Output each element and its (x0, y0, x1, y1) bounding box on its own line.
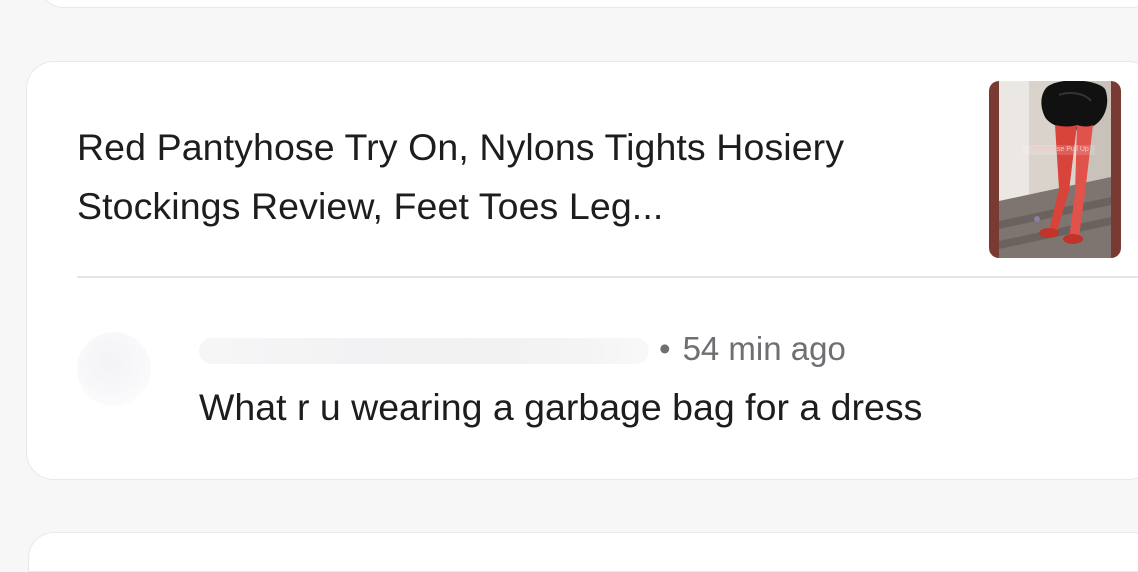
separator-dot: • (659, 330, 671, 367)
comment-text[interactable]: What r u wearing a garbage bag for a dre… (199, 382, 922, 432)
commenter-avatar[interactable] (77, 332, 151, 406)
comment-notification-card[interactable]: Red Pantyhose Try On, Nylons Tights Hosi… (26, 61, 1138, 480)
comment-meta: • 54 min ago (659, 326, 846, 372)
comment-timestamp: 54 min ago (682, 330, 846, 367)
divider (77, 276, 1138, 278)
previous-notification-card[interactable] (38, 0, 1138, 8)
video-thumbnail[interactable]: Pantyhose Pull Up (989, 81, 1121, 258)
commenter-name-redacted (199, 338, 649, 364)
video-title[interactable]: Red Pantyhose Try On, Nylons Tights Hosi… (77, 118, 937, 236)
next-notification-card[interactable] (28, 532, 1138, 572)
thumbnail-caption: Pantyhose Pull Up (1031, 146, 1089, 153)
